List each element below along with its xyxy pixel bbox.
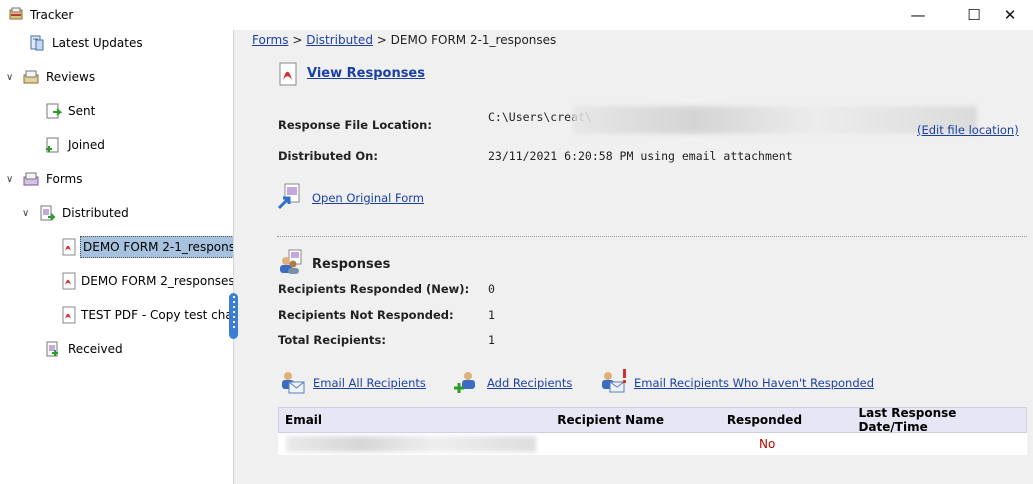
sidebar-item-label: Latest Updates (52, 36, 143, 50)
chevron-down-icon[interactable]: ∨ (22, 208, 34, 219)
recipients-not-responded-value: 1 (488, 308, 495, 322)
total-recipients-label: Total Recipients: (278, 333, 386, 347)
sidebar-item-demo-form-2-1-responses[interactable]: DEMO FORM 2-1_responses (60, 236, 252, 258)
sidebar-item-label: DEMO FORM 2_responses (81, 274, 235, 288)
chevron-down-icon[interactable]: ∨ (6, 174, 18, 185)
joined-icon (46, 137, 59, 153)
breadcrumb-current: DEMO FORM 2-1_responses (390, 33, 557, 47)
table-header: Email Recipient Name Responded Last Resp… (278, 406, 1027, 434)
redacted-email (286, 436, 536, 452)
responses-heading: Responses (312, 257, 391, 272)
sidebar-item-test-pdf[interactable]: TEST PDF - Copy test chang (60, 304, 248, 326)
sidebar-item-label: Joined (68, 138, 105, 152)
breadcrumb-separator: > (292, 33, 303, 47)
open-form-icon (277, 183, 300, 210)
sidebar-item-distributed[interactable]: ∨ Distributed (22, 202, 129, 224)
main-panel: Forms > Distributed > DEMO FORM 2-1_resp… (241, 30, 1033, 484)
breadcrumb-distributed-link[interactable]: Distributed (306, 33, 373, 47)
latest-updates-icon (30, 35, 44, 51)
sidebar-item-label: Distributed (62, 206, 129, 220)
sent-icon (46, 103, 62, 119)
pdf-file-icon (62, 272, 76, 290)
recipients-responded-label: Recipients Responded (New): (278, 282, 470, 296)
distributed-on-label: Distributed On: (278, 149, 378, 163)
window-title: Tracker (30, 8, 74, 22)
received-icon (46, 341, 58, 357)
minimize-button[interactable]: — (895, 0, 941, 30)
column-header-last-response[interactable]: Last Response Date/Time (858, 406, 1026, 434)
sidebar-item-label: TEST PDF - Copy test chang (81, 308, 248, 322)
response-file-location-label: Response File Location: (278, 118, 432, 132)
recipients-not-responded-label: Recipients Not Responded: (278, 308, 454, 322)
table-row[interactable]: No (278, 433, 1027, 455)
sidebar-item-label: Sent (68, 104, 96, 118)
sidebar-item-latest-updates[interactable]: Latest Updates (28, 32, 143, 54)
cell-responded: No (759, 437, 776, 451)
title-bar: Tracker — ☐ ✕ (0, 0, 1033, 30)
email-unresponded-icon (602, 369, 626, 393)
pdf-view-icon (279, 62, 297, 86)
distributed-on-value: 23/11/2021 6:20:58 PM using email attach… (488, 149, 793, 163)
email-all-icon (282, 372, 305, 394)
sidebar-item-sent[interactable]: Sent (44, 100, 95, 122)
total-recipients-value: 1 (488, 333, 495, 347)
sidebar-item-label: Reviews (46, 70, 96, 84)
chevron-down-icon[interactable]: ∨ (6, 72, 18, 83)
reviews-icon (23, 70, 39, 84)
pdf-file-icon (62, 306, 76, 324)
edit-file-location-link[interactable]: (Edit file location) (917, 123, 1019, 137)
sidebar-item-forms[interactable]: ∨ Forms (6, 168, 82, 190)
column-header-email[interactable]: Email (279, 413, 557, 427)
column-header-responded[interactable]: Responded (727, 413, 859, 427)
tracker-app-icon (9, 7, 23, 20)
sidebar-item-received[interactable]: Received (44, 338, 123, 360)
email-all-recipients-link[interactable]: Email All Recipients (313, 376, 426, 390)
sidebar-item-label: Received (68, 342, 123, 356)
forms-icon (23, 172, 39, 186)
close-button[interactable]: ✕ (987, 0, 1033, 30)
sidebar-item-reviews[interactable]: ∨ Reviews (6, 66, 95, 88)
sidebar-item-label: DEMO FORM 2-1_responses (80, 236, 252, 258)
sidebar-item-joined[interactable]: Joined (44, 134, 105, 156)
splitter-handle[interactable] (229, 293, 238, 339)
view-responses-link[interactable]: View Responses (307, 66, 425, 81)
sidebar-item-label: Forms (46, 172, 83, 186)
tracker-sidebar: Latest Updates ∨ Reviews Sent Joined ∨ F… (0, 30, 252, 484)
section-divider (277, 236, 1027, 237)
add-recipients-icon (454, 372, 475, 393)
pdf-file-icon (62, 238, 76, 256)
responses-icon (280, 249, 302, 274)
breadcrumb-forms-link[interactable]: Forms (252, 33, 288, 47)
distributed-icon (40, 205, 56, 221)
breadcrumb: Forms > Distributed > DEMO FORM 2-1_resp… (252, 33, 556, 47)
open-original-form-link[interactable]: Open Original Form (312, 191, 424, 205)
breadcrumb-separator: > (376, 33, 387, 47)
email-unresponded-link[interactable]: Email Recipients Who Haven't Responded (634, 376, 874, 390)
sidebar-item-demo-form-2-responses[interactable]: DEMO FORM 2_responses (60, 270, 235, 292)
recipients-table: Email Recipient Name Responded Last Resp… (278, 406, 1027, 455)
recipients-responded-value: 0 (488, 282, 495, 296)
add-recipients-link[interactable]: Add Recipients (487, 376, 572, 390)
column-header-recipient-name[interactable]: Recipient Name (557, 413, 727, 427)
